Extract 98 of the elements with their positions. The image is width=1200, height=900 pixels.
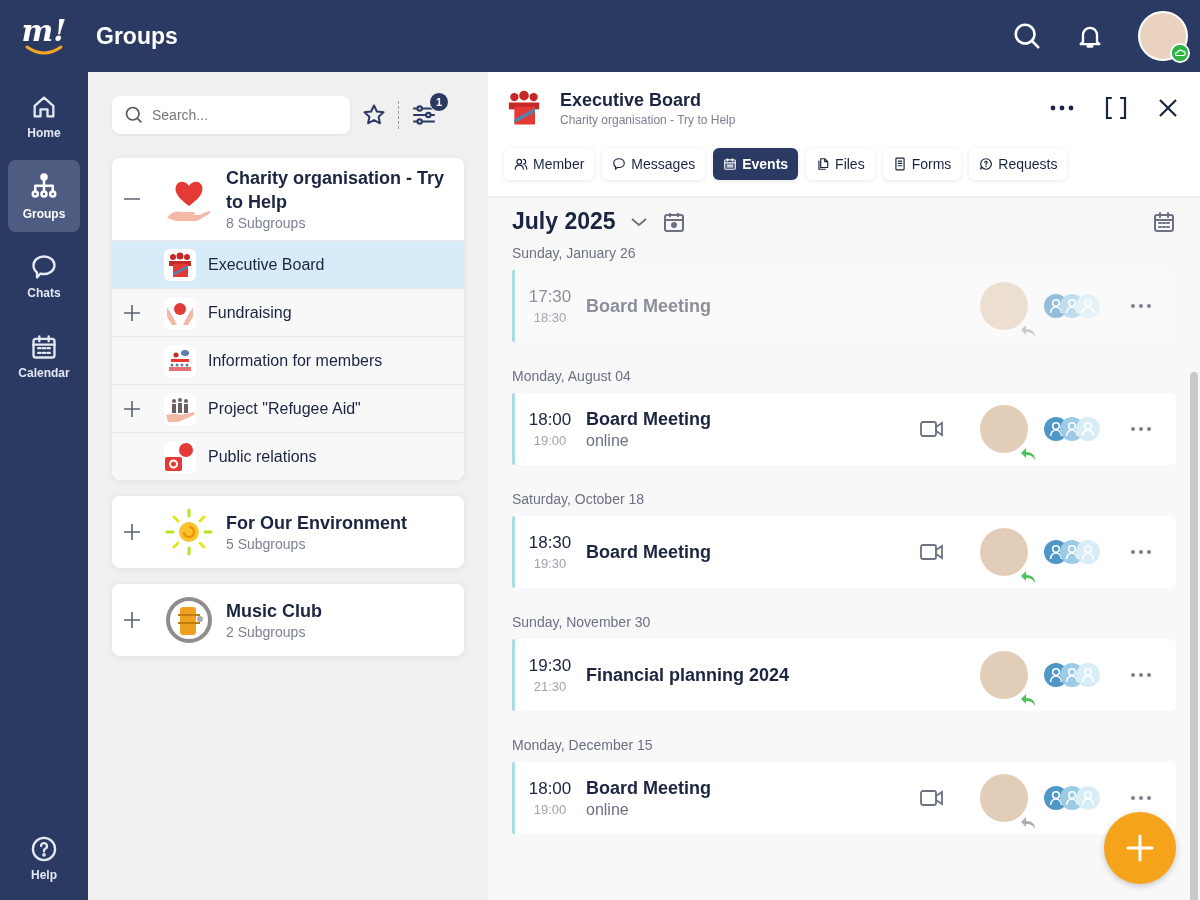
event-date: Sunday, November 30 [512, 614, 652, 630]
end-time: 21:30 [532, 679, 568, 694]
close-icon[interactable] [1158, 98, 1178, 118]
end-time: 19:00 [532, 433, 568, 448]
attendee-icon [1076, 540, 1100, 564]
forms-tab-icon [892, 157, 907, 171]
subgroup-name: Public relations [208, 447, 317, 466]
start-time: 19:30 [527, 656, 573, 676]
subgroup-picture-icon [164, 296, 196, 329]
end-time: 19:30 [532, 556, 568, 571]
event-location: online [586, 800, 630, 819]
event-date: Monday, December 15 [512, 737, 654, 753]
event-location: online [586, 431, 630, 450]
event-card[interactable]: 18:00 19:00 Board Meeting online [512, 393, 1176, 465]
star-icon[interactable] [362, 103, 386, 127]
expand-icon[interactable] [123, 611, 141, 629]
group-header[interactable]: For Our Environment 5 Subgroups [112, 496, 464, 568]
subgroup-count: 5 Subgroups [226, 535, 307, 553]
smile-swoosh-icon [24, 45, 64, 55]
subgroup-item[interactable]: Fundraising [112, 288, 464, 336]
user-avatar[interactable] [1138, 11, 1188, 61]
group-header[interactable]: Charity organisation - Try to Help 8 Subgroups [112, 158, 464, 240]
attendee-icon [1076, 294, 1100, 318]
subgroup-name: Information for members [208, 351, 383, 370]
subgroup-count: 2 Subgroups [226, 623, 307, 641]
attendee-icon [1076, 417, 1100, 441]
event-title: Board Meeting [586, 541, 712, 563]
tab[interactable]: Files [806, 148, 875, 180]
more-icon[interactable] [1050, 105, 1074, 111]
messages-tab-icon [612, 157, 627, 171]
nav-item[interactable]: Calendar [8, 320, 80, 392]
search-icon [124, 105, 144, 125]
start-time: 18:00 [527, 410, 573, 430]
fullscreen-icon[interactable] [1104, 96, 1128, 120]
subgroup-item[interactable]: Project "Refugee Aid" [112, 384, 464, 432]
filter-sliders-icon[interactable] [411, 102, 437, 128]
events-tab-icon [723, 157, 738, 171]
subgroup-count: 8 Subgroups [226, 214, 307, 232]
member-tab-icon [514, 157, 528, 171]
tab[interactable]: Messages [602, 148, 706, 180]
subgroup-picture-icon [164, 344, 196, 377]
parent-group-name: Charity organisation - Try to Help [560, 112, 737, 127]
search-field[interactable]: Search... [112, 96, 350, 134]
attendee-icon [1076, 786, 1100, 810]
page-title: Groups [96, 22, 179, 50]
nav-item[interactable]: Help [8, 822, 80, 894]
tab[interactable]: Events [713, 148, 799, 180]
subgroup-name: Fundraising [208, 303, 292, 322]
plus-icon [1126, 834, 1154, 862]
cloud-status-icon [1170, 43, 1190, 63]
subgroup-name: Executive Board [208, 255, 325, 274]
nav-item[interactable]: Groups [8, 160, 80, 232]
subgroup-item[interactable]: Executive Board [112, 240, 464, 288]
group-picture-icon [164, 507, 214, 557]
expand-icon[interactable] [123, 523, 141, 541]
event-date: Monday, August 04 [512, 368, 632, 384]
group-header[interactable]: Music Club 2 Subgroups [112, 584, 464, 656]
event-title: Board Meeting [586, 295, 712, 317]
scrollbar[interactable] [1190, 372, 1198, 900]
count-badge: 1 [429, 92, 449, 112]
speech-bubble-icon [30, 252, 58, 281]
attendee-icon [1076, 663, 1100, 687]
group-name: Music Club [226, 600, 322, 623]
requests-tab-icon [979, 157, 994, 171]
end-time: 18:30 [532, 310, 568, 325]
tab[interactable]: Forms [882, 148, 962, 180]
start-time: 18:00 [527, 779, 573, 799]
search-icon[interactable] [1012, 21, 1042, 51]
subgroup-item[interactable]: Information for members [112, 336, 464, 384]
start-time: 17:30 [527, 287, 573, 307]
event-date: Saturday, October 18 [512, 491, 646, 507]
help-icon [30, 834, 58, 863]
month-selector[interactable]: July 2025 [512, 208, 616, 235]
event-card[interactable]: 18:00 19:00 Board Meeting online [512, 762, 1176, 834]
tab[interactable]: Member [504, 148, 595, 180]
subgroup-picture-icon [164, 248, 196, 281]
group-name: Charity organisation - Try to Help [226, 167, 446, 214]
files-tab-icon [816, 157, 831, 171]
nav-item[interactable]: Home [8, 80, 80, 152]
group-picture-icon [164, 595, 214, 645]
subgroup-picture-icon [164, 392, 196, 425]
start-time: 18:30 [527, 533, 573, 553]
tab[interactable]: Requests [969, 148, 1068, 180]
calendar-icon[interactable] [1152, 209, 1176, 234]
event-title: Board Meeting [586, 777, 712, 799]
group-title: Executive Board [560, 89, 703, 111]
event-date: Sunday, January 26 [512, 245, 637, 261]
subgroup-item[interactable]: Public relations [112, 432, 464, 480]
chevron-down-icon[interactable] [629, 216, 648, 227]
group-name: For Our Environment [226, 512, 407, 535]
event-title: Financial planning 2024 [586, 664, 791, 686]
app-logo[interactable]: m! [0, 17, 88, 55]
calendar-icon [30, 332, 58, 361]
subgroup-name: Project "Refugee Aid" [208, 399, 361, 418]
event-title: Board Meeting [586, 408, 712, 430]
nav-item[interactable]: Chats [8, 240, 80, 312]
end-time: 19:00 [532, 802, 568, 817]
subgroup-picture-icon [164, 440, 196, 473]
